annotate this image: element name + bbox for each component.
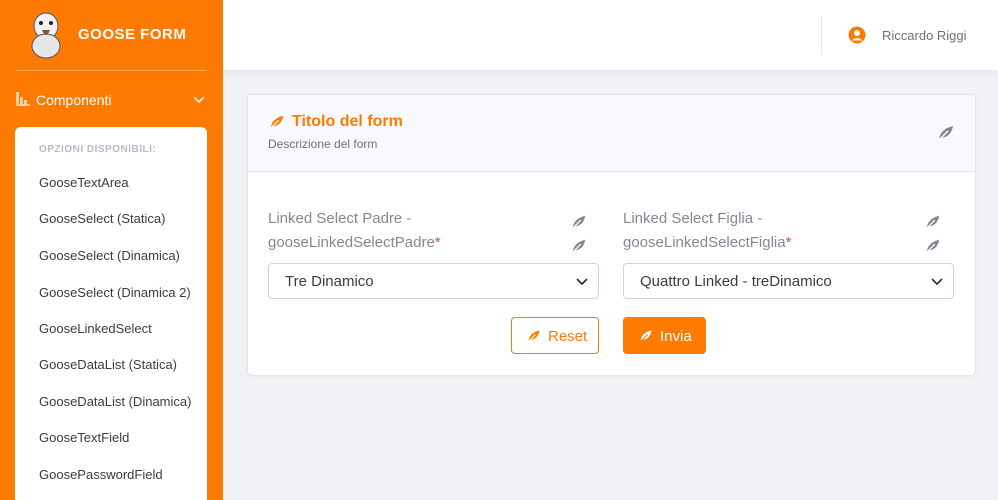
feather-icon — [925, 215, 940, 230]
field-label-padre-line1: Linked Select Padre - — [268, 210, 412, 227]
select-linked-figlia-value: Quattro Linked - treDinamico — [640, 273, 832, 290]
card-header: Titolo del form Descrizione del form — [248, 95, 975, 172]
sidebar-divider — [16, 70, 207, 71]
form-card: Titolo del form Descrizione del form Lin… — [247, 94, 976, 376]
reset-button-label: Reset — [548, 328, 588, 345]
submit-button[interactable]: Invia — [623, 317, 706, 354]
sidebar-item-gooseselect-dinamica-2[interactable]: GooseSelect (Dinamica 2) — [39, 285, 191, 300]
user-circle-icon — [848, 26, 866, 44]
feather-icon — [269, 115, 284, 130]
form-description: Descrizione del form — [268, 137, 378, 151]
submenu-heading: OPZIONI DISPONIBILI: — [39, 144, 157, 155]
feather-icon — [527, 330, 540, 343]
field-label-figlia-line2: gooseLinkedSelectFiglia — [623, 234, 786, 251]
required-mark: * — [785, 234, 792, 251]
chart-icon — [16, 92, 30, 106]
reset-button[interactable]: Reset — [511, 317, 599, 354]
submenu: OPZIONI DISPONIBILI: GooseTextArea Goose… — [15, 127, 207, 500]
nav-section-componenti[interactable]: Componenti — [16, 88, 207, 112]
field-label-figlia-line1: Linked Select Figlia - — [623, 210, 763, 227]
form-title: Titolo del form — [292, 113, 403, 130]
select-linked-padre-value: Tre Dinamico — [285, 273, 374, 290]
user-name: Riccardo Riggi — [882, 28, 967, 43]
sidebar-item-gooseselect-dinamica[interactable]: GooseSelect (Dinamica) — [39, 248, 180, 263]
feather-icon — [639, 330, 652, 343]
goose-logo-icon — [31, 12, 61, 59]
select-linked-padre[interactable]: Tre Dinamico — [268, 263, 599, 299]
field-label-padre-line2: gooseLinkedSelectPadre — [268, 234, 435, 251]
sidebar-item-goosedatalist-statica[interactable]: GooseDataList (Statica) — [39, 357, 177, 372]
nav-section-label: Componenti — [36, 92, 112, 108]
field-label-padre: Linked Select Padre - gooseLinkedSelectP… — [268, 207, 441, 255]
field-label-figlia: Linked Select Figlia - gooseLinkedSelect… — [623, 207, 791, 255]
required-mark: * — [434, 234, 441, 251]
brand-name: GOOSE FORM — [78, 26, 187, 43]
topbar: Riccardo Riggi — [223, 0, 998, 70]
feather-icon — [937, 126, 953, 142]
sidebar-item-goosetextfield[interactable]: GooseTextField — [39, 430, 129, 445]
sidebar-item-goosepasswordfield[interactable]: GoosePasswordField — [39, 467, 163, 482]
select-linked-figlia[interactable]: Quattro Linked - treDinamico — [623, 263, 954, 299]
brand[interactable]: GOOSE FORM — [0, 0, 223, 70]
submit-button-label: Invia — [660, 328, 692, 345]
chevron-down-icon — [576, 278, 588, 286]
sidebar: GOOSE FORM Componenti OPZIONI DISPONIBIL… — [0, 0, 223, 500]
topbar-divider — [821, 16, 822, 54]
sidebar-item-gooseselect-statica[interactable]: GooseSelect (Statica) — [39, 211, 165, 226]
sidebar-item-goosedatalist-dinamica[interactable]: GooseDataList (Dinamica) — [39, 394, 191, 409]
chevron-down-icon — [931, 278, 943, 286]
feather-icon — [571, 239, 586, 254]
feather-icon — [571, 215, 586, 230]
sidebar-item-gooselinkedselect[interactable]: GooseLinkedSelect — [39, 321, 152, 336]
chevron-down-icon — [193, 96, 205, 104]
sidebar-item-goosetextarea[interactable]: GooseTextArea — [39, 175, 129, 190]
feather-icon — [925, 239, 940, 254]
